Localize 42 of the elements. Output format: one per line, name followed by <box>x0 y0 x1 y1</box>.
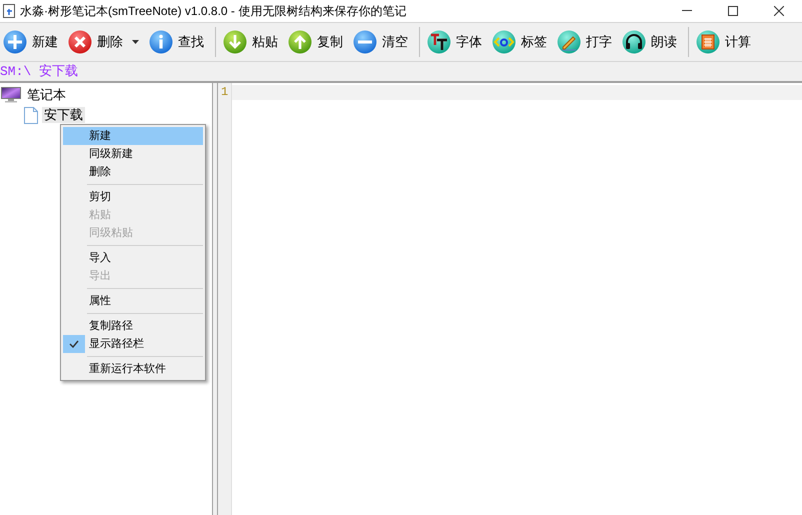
menu-item[interactable]: 同级新建 <box>63 145 203 163</box>
toolbar-button[interactable]: 删除 <box>65 25 142 59</box>
menu-item[interactable]: 显示路径栏 <box>63 335 203 353</box>
path-bar-text: SM:\ 安下载 <box>0 62 78 81</box>
menu-item[interactable]: 重新运行本软件 <box>63 360 203 378</box>
maximize-icon <box>728 6 738 16</box>
menu-item[interactable]: 新建 <box>63 127 203 145</box>
menu-item[interactable]: 删除 <box>63 163 203 181</box>
plus-icon <box>3 30 27 54</box>
calculator-icon <box>696 30 720 54</box>
window-title: 水淼·树形笔记本(smTreeNote) v1.0.8.0 - 使用无限树结构来保存你的笔记 <box>20 3 406 20</box>
font-icon <box>427 30 451 54</box>
tree-item[interactable]: 安下载 <box>42 107 85 123</box>
menu-item[interactable]: 属性 <box>63 292 203 310</box>
dropdown-caret-icon <box>132 40 139 44</box>
toolbar-button[interactable]: 查找 <box>146 25 207 59</box>
menu-item[interactable]: 复制路径 <box>63 317 203 335</box>
app-icon <box>3 4 15 18</box>
close-icon <box>774 6 784 16</box>
minimize-icon <box>682 10 692 12</box>
tag-icon <box>492 30 516 54</box>
toolbar-button[interactable]: 朗读 <box>619 25 680 59</box>
document-icon <box>24 106 38 124</box>
toolbar-button[interactable]: 打字 <box>554 25 615 59</box>
toolbar-button[interactable]: 复制 <box>285 25 346 59</box>
toolbar-button[interactable]: 字体 <box>424 25 485 59</box>
line-number: 1 <box>220 85 230 100</box>
toolbar-button[interactable]: 粘贴 <box>220 25 281 59</box>
toolbar-button[interactable]: 计算 <box>693 25 754 59</box>
menu-item[interactable]: 剪切 <box>63 188 203 206</box>
toolbar-button[interactable]: 标签 <box>489 25 550 59</box>
menu-item[interactable]: 导入 <box>63 249 203 267</box>
arrow-down-icon <box>223 30 247 54</box>
info-icon <box>149 30 173 54</box>
arrow-up-icon <box>288 30 312 54</box>
pencil-icon <box>557 30 581 54</box>
toolbar-button[interactable]: 新建 <box>0 25 61 59</box>
headphones-icon <box>622 30 646 54</box>
close-circle-icon <box>68 30 92 54</box>
tree-item[interactable]: 笔记本 <box>25 87 68 103</box>
minus-icon <box>353 30 377 54</box>
toolbar-button[interactable]: 清空 <box>350 25 411 59</box>
